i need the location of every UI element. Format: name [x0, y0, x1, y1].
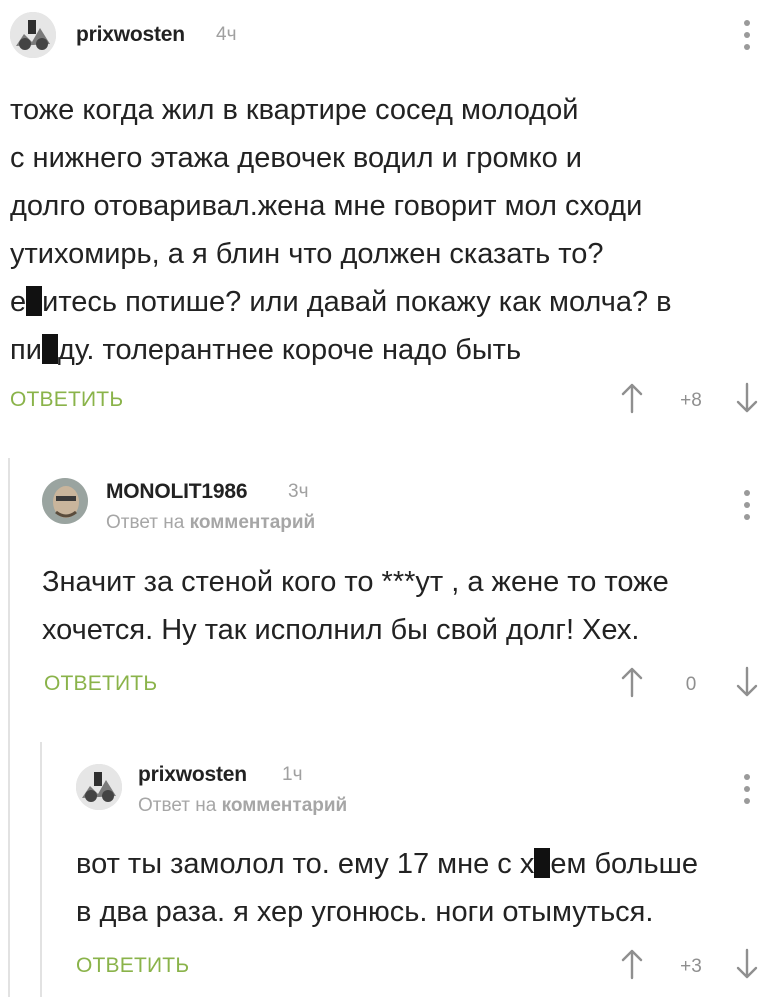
arrow-down-icon[interactable]	[735, 666, 759, 698]
timestamp: 3ч	[288, 481, 309, 502]
censor-block	[41, 334, 58, 364]
username[interactable]: prixwosten	[76, 23, 185, 47]
kebab-menu-icon[interactable]	[742, 490, 752, 520]
comment-reply-level-2: prixwosten 1ч Ответ на комментарий вот т…	[0, 742, 769, 997]
arrow-up-icon[interactable]	[620, 948, 644, 980]
username[interactable]: MONOLIT1986	[106, 480, 248, 504]
reply-to-link[interactable]: Ответ на комментарий	[106, 512, 315, 534]
vote-score: +8	[680, 390, 702, 411]
timestamp: 1ч	[282, 764, 303, 785]
reply-button[interactable]: ОТВЕТИТЬ	[10, 388, 123, 412]
timestamp: 4ч	[216, 24, 237, 45]
arrow-down-icon[interactable]	[735, 948, 759, 980]
username[interactable]: prixwosten	[138, 763, 247, 787]
comment-text: тоже когда жил в квартире сосед молодой …	[10, 94, 672, 366]
comment-text: вот ты замолол то. ему 17 мне с х ем боль…	[76, 848, 698, 928]
reply-button[interactable]: ОТВЕТИТЬ	[76, 954, 189, 978]
comment-text: Значит за стеной кого то ***ут , а жене …	[42, 566, 669, 646]
vote-score: +3	[680, 956, 702, 977]
arrow-up-icon[interactable]	[620, 666, 644, 698]
kebab-menu-icon[interactable]	[742, 774, 752, 804]
avatar[interactable]	[76, 764, 122, 810]
censor-block	[534, 848, 551, 878]
arrow-up-icon[interactable]	[620, 382, 644, 414]
kebab-menu-icon[interactable]	[742, 20, 752, 50]
arrow-down-icon[interactable]	[735, 382, 759, 414]
avatar[interactable]	[42, 478, 88, 524]
avatar[interactable]	[10, 12, 56, 58]
reply-to-link[interactable]: Ответ на комментарий	[138, 795, 347, 817]
comment-reply-level-1: MONOLIT1986 3ч Ответ на комментарий Знач…	[0, 458, 769, 738]
comment-root: prixwosten 4ч тоже когда жил в квартире …	[0, 0, 769, 430]
censor-block	[26, 286, 43, 316]
reply-button[interactable]: ОТВЕТИТЬ	[44, 672, 157, 696]
vote-score: 0	[685, 674, 697, 695]
